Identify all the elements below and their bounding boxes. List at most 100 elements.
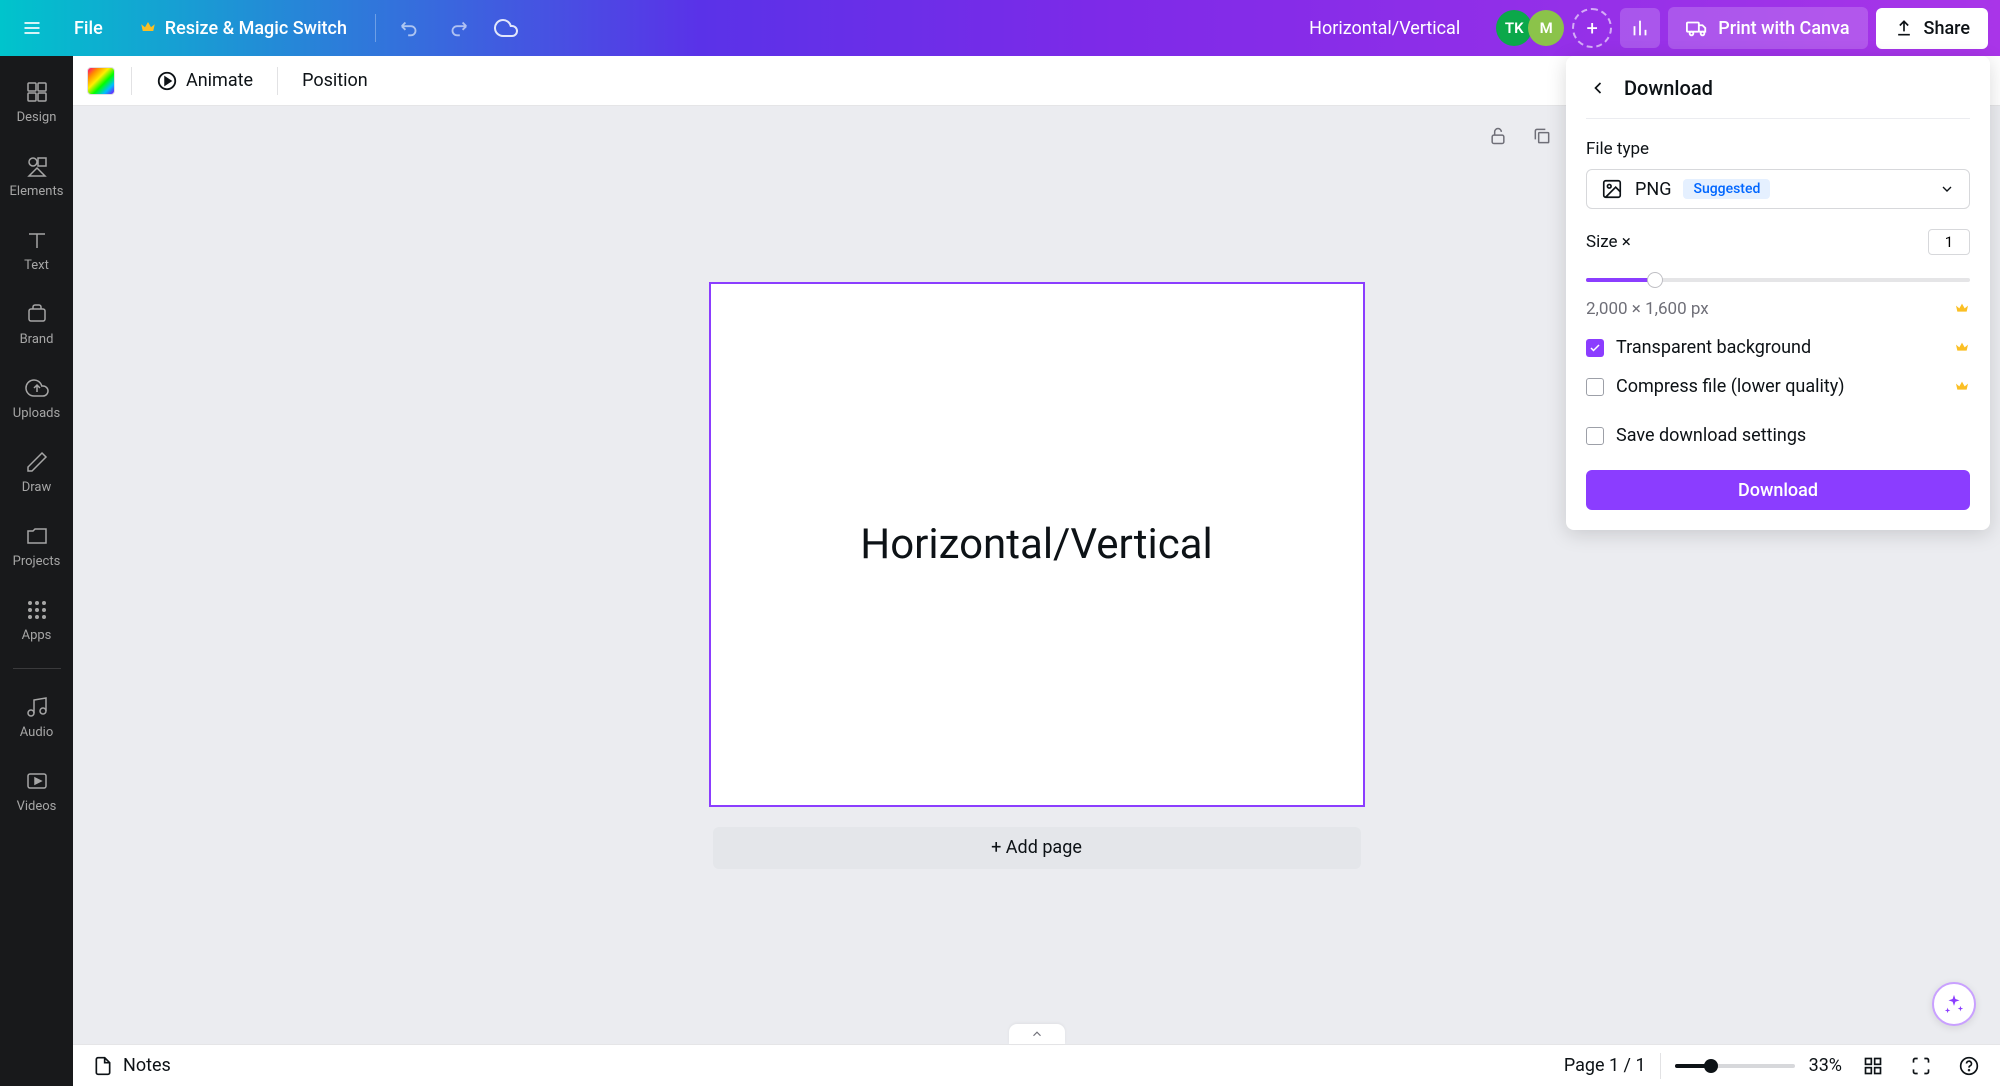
resize-label: Resize & Magic Switch (165, 18, 347, 39)
sec-divider (277, 67, 278, 95)
sidebar-item-brand[interactable]: Brand (0, 288, 73, 360)
bb-divider (1660, 1053, 1661, 1079)
sidebar-label: Brand (20, 332, 54, 347)
transparent-checkbox[interactable] (1586, 339, 1604, 357)
compress-label: Compress file (lower quality) (1616, 376, 1942, 397)
download-panel: Download File type PNG Suggested Size × … (1566, 56, 1990, 530)
animate-icon (156, 70, 178, 92)
duplicate-icon (1532, 126, 1552, 146)
animate-button[interactable]: Animate (148, 64, 261, 98)
size-label: Size × (1586, 232, 1631, 252)
top-header: File Resize & Magic Switch Horizontal/Ve… (0, 0, 2000, 56)
add-page-button[interactable]: + Add page (713, 827, 1361, 869)
image-icon (1601, 178, 1623, 200)
suggested-badge: Suggested (1683, 179, 1770, 199)
compress-checkbox[interactable] (1586, 378, 1604, 396)
resize-magic-button[interactable]: Resize & Magic Switch (125, 10, 361, 47)
canvas-page[interactable]: Horizontal/Vertical (709, 282, 1365, 807)
add-collaborator-button[interactable]: + (1572, 8, 1612, 48)
sidebar-label: Text (24, 258, 49, 273)
chevron-up-icon (1030, 1027, 1044, 1041)
apps-icon (25, 598, 49, 622)
background-color-button[interactable] (87, 67, 115, 95)
sidebar-item-apps[interactable]: Apps (0, 584, 73, 656)
sidebar-label: Uploads (13, 406, 60, 421)
upload-icon (1894, 18, 1914, 38)
share-label: Share (1924, 18, 1970, 39)
size-slider[interactable] (1586, 269, 1970, 289)
design-icon (25, 80, 49, 104)
insights-button[interactable] (1620, 8, 1660, 48)
notes-button[interactable]: Notes (87, 1051, 177, 1080)
sidebar-item-design[interactable]: Design (0, 66, 73, 138)
file-type-value: PNG (1635, 179, 1671, 200)
sparkle-icon (1943, 993, 1965, 1015)
transparent-label: Transparent background (1616, 337, 1942, 358)
magic-fab[interactable] (1932, 982, 1976, 1026)
crown-icon (1954, 340, 1970, 356)
file-menu-button[interactable]: File (60, 10, 117, 47)
notes-label: Notes (123, 1055, 171, 1076)
help-icon (1959, 1056, 1979, 1076)
help-button[interactable] (1952, 1049, 1986, 1083)
save-settings-label: Save download settings (1616, 425, 1970, 446)
sidebar-item-projects[interactable]: Projects (0, 510, 73, 582)
sidebar-divider (13, 668, 61, 669)
sec-divider (131, 67, 132, 95)
sidebar-item-videos[interactable]: Videos (0, 755, 73, 827)
share-button[interactable]: Share (1876, 8, 1988, 49)
elements-icon (25, 154, 49, 178)
sidebar-label: Elements (10, 184, 64, 199)
animate-label: Animate (186, 70, 253, 91)
print-label: Print with Canva (1718, 18, 1849, 39)
panel-title: Download (1624, 76, 1713, 100)
design-title[interactable]: Horizontal/Vertical (1309, 18, 1460, 39)
duplicate-button[interactable] (1524, 118, 1560, 154)
sidebar-item-uploads[interactable]: Uploads (0, 362, 73, 434)
download-button[interactable]: Download (1586, 470, 1970, 510)
sidebar-item-elements[interactable]: Elements (0, 140, 73, 212)
crown-icon (1954, 301, 1970, 317)
sidebar-label: Audio (20, 725, 53, 740)
zoom-slider[interactable] (1675, 1064, 1795, 1068)
avatar-tk[interactable]: TK (1496, 10, 1532, 46)
undo-button[interactable] (390, 8, 430, 48)
redo-button[interactable] (438, 8, 478, 48)
sidebar-item-draw[interactable]: Draw (0, 436, 73, 508)
avatar-m[interactable]: M (1528, 10, 1564, 46)
grid-icon (1863, 1056, 1883, 1076)
grid-view-button[interactable] (1856, 1049, 1890, 1083)
menu-button[interactable] (12, 8, 52, 48)
truck-icon (1686, 17, 1708, 39)
dimensions-text: 2,000 × 1,600 px (1586, 299, 1709, 319)
collapse-tab[interactable] (1009, 1024, 1065, 1044)
size-input[interactable] (1928, 229, 1970, 255)
crown-icon (1954, 379, 1970, 395)
save-settings-checkbox[interactable] (1586, 427, 1604, 445)
videos-icon (25, 769, 49, 793)
fullscreen-button[interactable] (1904, 1049, 1938, 1083)
text-icon (25, 228, 49, 252)
sidebar-label: Apps (22, 628, 52, 643)
fullscreen-icon (1911, 1056, 1931, 1076)
page-indicator: Page 1 / 1 (1564, 1055, 1646, 1076)
sidebar-item-text[interactable]: Text (0, 214, 73, 286)
file-type-select[interactable]: PNG Suggested (1586, 169, 1970, 209)
cloud-sync-button[interactable] (486, 8, 526, 48)
left-sidebar: Design Elements Text Brand Uploads Draw … (0, 56, 73, 1086)
sidebar-label: Design (17, 110, 57, 125)
sidebar-item-audio[interactable]: Audio (0, 681, 73, 753)
zoom-percent: 33% (1809, 1055, 1842, 1076)
lock-icon (1488, 126, 1508, 146)
brand-icon (25, 302, 49, 326)
position-button[interactable]: Position (294, 64, 376, 97)
panel-back-button[interactable] (1586, 76, 1610, 100)
sidebar-label: Draw (22, 480, 52, 495)
bottom-bar: Notes Page 1 / 1 33% (73, 1044, 2000, 1086)
uploads-icon (25, 376, 49, 400)
lock-button[interactable] (1480, 118, 1516, 154)
print-button[interactable]: Print with Canva (1668, 7, 1867, 49)
crown-icon (139, 19, 157, 37)
notes-icon (93, 1056, 113, 1076)
chevron-down-icon (1939, 181, 1955, 197)
